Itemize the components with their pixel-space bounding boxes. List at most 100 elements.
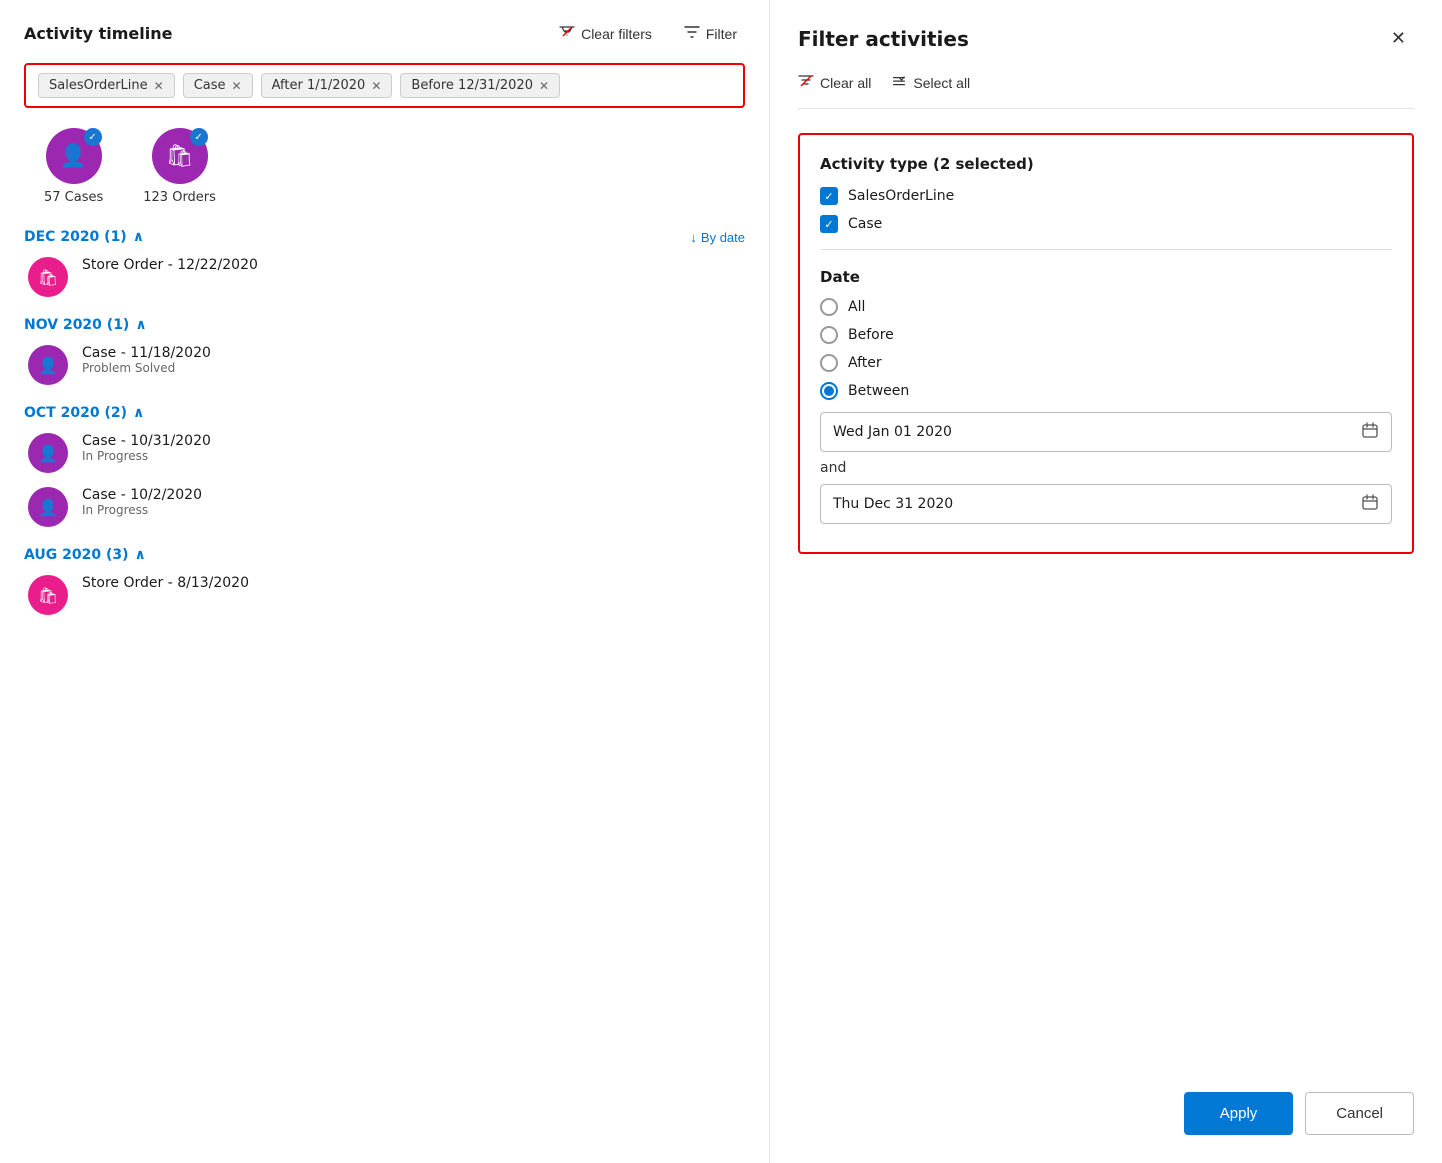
checkbox-case[interactable]: ✓ bbox=[820, 215, 838, 233]
radio-row-between[interactable]: Between bbox=[820, 382, 1392, 400]
select-all-label: Select all bbox=[913, 75, 970, 91]
chip-before: Before 12/31/2020 ✕ bbox=[400, 73, 560, 98]
chip-after-close[interactable]: ✕ bbox=[371, 80, 381, 92]
section-month-oct2020[interactable]: OCT 2020 (2) ∧ bbox=[24, 405, 144, 421]
item-title-oct2: Case - 10/2/2020 bbox=[82, 487, 202, 503]
chip-salesorderline-close[interactable]: ✕ bbox=[154, 80, 164, 92]
case-icon-oct1: 👤 bbox=[28, 433, 68, 473]
clear-filters-button[interactable]: Clear filters bbox=[551, 20, 660, 47]
filter-icon bbox=[684, 24, 700, 43]
order-icon-dec: 🛍 bbox=[28, 257, 68, 297]
timeline-item-dec: 🛍 Store Order - 12/22/2020 bbox=[24, 257, 745, 297]
clear-all-label: Clear all bbox=[820, 75, 871, 91]
radio-between-inner bbox=[824, 386, 834, 396]
clear-filters-label: Clear filters bbox=[581, 26, 652, 42]
summary-row: 👤 ✓ 57 Cases 🛍 ✓ 123 Orders bbox=[44, 128, 745, 205]
collapse-icon-aug2020: ∧ bbox=[135, 547, 146, 563]
clear-all-icon bbox=[798, 73, 814, 92]
cases-check-badge: ✓ bbox=[84, 128, 102, 146]
panel-title: Filter activities bbox=[798, 27, 969, 51]
section-header-nov2020: NOV 2020 (1) ∧ bbox=[24, 317, 745, 333]
cases-icon: 👤 ✓ bbox=[46, 128, 102, 184]
radio-row-after[interactable]: After bbox=[820, 354, 1392, 372]
select-all-icon bbox=[891, 73, 907, 92]
chip-before-close[interactable]: ✕ bbox=[539, 80, 549, 92]
apply-button[interactable]: Apply bbox=[1184, 1092, 1294, 1135]
collapse-icon-dec2020: ∧ bbox=[133, 229, 144, 245]
case-icon-oct2: 👤 bbox=[28, 487, 68, 527]
left-title: Activity timeline bbox=[24, 24, 172, 43]
select-all-button[interactable]: Select all bbox=[891, 73, 970, 92]
section-nov2020: NOV 2020 (1) ∧ 👤 Case - 11/18/2020 Probl… bbox=[24, 317, 745, 385]
activity-type-title: Activity type (2 selected) bbox=[820, 155, 1392, 173]
orders-icon: 🛍 ✓ bbox=[152, 128, 208, 184]
filter-label: Filter bbox=[706, 26, 737, 42]
end-date-calendar-icon[interactable] bbox=[1361, 493, 1379, 515]
cases-label: 57 Cases bbox=[44, 190, 103, 205]
close-button[interactable]: ✕ bbox=[1383, 24, 1414, 53]
item-subtitle-oct1: In Progress bbox=[82, 449, 211, 463]
left-panel: Activity timeline Clear filters Filter bbox=[0, 0, 770, 1163]
filter-box: Activity type (2 selected) ✓ SalesOrderL… bbox=[798, 133, 1414, 554]
section-header-dec2020: DEC 2020 (1) ∧ ↓ By date bbox=[24, 229, 745, 245]
section-dec2020: DEC 2020 (1) ∧ ↓ By date 🛍 Store Order -… bbox=[24, 229, 745, 297]
filter-button[interactable]: Filter bbox=[676, 20, 745, 47]
section-month-nov2020[interactable]: NOV 2020 (1) ∧ bbox=[24, 317, 147, 333]
item-title-dec: Store Order - 12/22/2020 bbox=[82, 257, 258, 273]
summary-orders: 🛍 ✓ 123 Orders bbox=[143, 128, 216, 205]
timeline-item-oct2: 👤 Case - 10/2/2020 In Progress bbox=[24, 487, 745, 527]
item-subtitle-nov: Problem Solved bbox=[82, 361, 211, 375]
radio-between[interactable] bbox=[820, 382, 838, 400]
end-date-input-row[interactable]: Thu Dec 31 2020 bbox=[820, 484, 1392, 524]
section-month-dec2020[interactable]: DEC 2020 (1) ∧ bbox=[24, 229, 144, 245]
cancel-button[interactable]: Cancel bbox=[1305, 1092, 1414, 1135]
item-subtitle-oct2: In Progress bbox=[82, 503, 202, 517]
radio-between-label: Between bbox=[848, 383, 909, 399]
start-date-input-row[interactable]: Wed Jan 01 2020 bbox=[820, 412, 1392, 452]
section-header-aug2020: AUG 2020 (3) ∧ bbox=[24, 547, 745, 563]
start-date-value: Wed Jan 01 2020 bbox=[833, 424, 1361, 440]
sort-icon: ↓ bbox=[690, 230, 697, 245]
divider bbox=[820, 249, 1392, 250]
orders-check-badge: ✓ bbox=[190, 128, 208, 146]
chip-salesorderline: SalesOrderLine ✕ bbox=[38, 73, 175, 98]
collapse-icon-oct2020: ∧ bbox=[133, 405, 144, 421]
orders-label: 123 Orders bbox=[143, 190, 216, 205]
section-header-oct2020: OCT 2020 (2) ∧ bbox=[24, 405, 745, 421]
timeline-item-aug: 🛍 Store Order - 8/13/2020 bbox=[24, 575, 745, 615]
chip-case-close[interactable]: ✕ bbox=[232, 80, 242, 92]
by-date-button[interactable]: ↓ By date bbox=[690, 230, 745, 245]
chip-case-label: Case bbox=[194, 78, 226, 93]
chip-after: After 1/1/2020 ✕ bbox=[261, 73, 393, 98]
item-content-oct2: Case - 10/2/2020 In Progress bbox=[82, 487, 202, 517]
left-header: Activity timeline Clear filters Filter bbox=[24, 20, 745, 47]
item-title-aug: Store Order - 8/13/2020 bbox=[82, 575, 249, 591]
clear-all-button[interactable]: Clear all bbox=[798, 73, 871, 92]
radio-row-before[interactable]: Before bbox=[820, 326, 1392, 344]
bottom-actions: Apply Cancel bbox=[1184, 1092, 1414, 1135]
section-month-aug2020[interactable]: AUG 2020 (3) ∧ bbox=[24, 547, 146, 563]
end-date-value: Thu Dec 31 2020 bbox=[833, 496, 1361, 512]
chip-salesorderline-label: SalesOrderLine bbox=[49, 78, 148, 93]
chip-after-label: After 1/1/2020 bbox=[272, 78, 366, 93]
filter-chips-container: SalesOrderLine ✕ Case ✕ After 1/1/2020 ✕… bbox=[24, 63, 745, 108]
radio-after[interactable] bbox=[820, 354, 838, 372]
checkbox-salesorderline[interactable]: ✓ bbox=[820, 187, 838, 205]
chip-before-label: Before 12/31/2020 bbox=[411, 78, 533, 93]
radio-before-label: Before bbox=[848, 327, 894, 343]
radio-before[interactable] bbox=[820, 326, 838, 344]
radio-after-label: After bbox=[848, 355, 882, 371]
order-icon-aug: 🛍 bbox=[28, 575, 68, 615]
collapse-icon-nov2020: ∧ bbox=[135, 317, 146, 333]
chip-case: Case ✕ bbox=[183, 73, 253, 98]
section-oct2020: OCT 2020 (2) ∧ 👤 Case - 10/31/2020 In Pr… bbox=[24, 405, 745, 527]
start-date-calendar-icon[interactable] bbox=[1361, 421, 1379, 443]
radio-row-all[interactable]: All bbox=[820, 298, 1392, 316]
summary-cases: 👤 ✓ 57 Cases bbox=[44, 128, 103, 205]
and-label: and bbox=[820, 460, 1392, 476]
item-content-oct1: Case - 10/31/2020 In Progress bbox=[82, 433, 211, 463]
date-section-title: Date bbox=[820, 268, 1392, 286]
checkbox-row-case: ✓ Case bbox=[820, 215, 1392, 233]
radio-all[interactable] bbox=[820, 298, 838, 316]
timeline-item-oct1: 👤 Case - 10/31/2020 In Progress bbox=[24, 433, 745, 473]
